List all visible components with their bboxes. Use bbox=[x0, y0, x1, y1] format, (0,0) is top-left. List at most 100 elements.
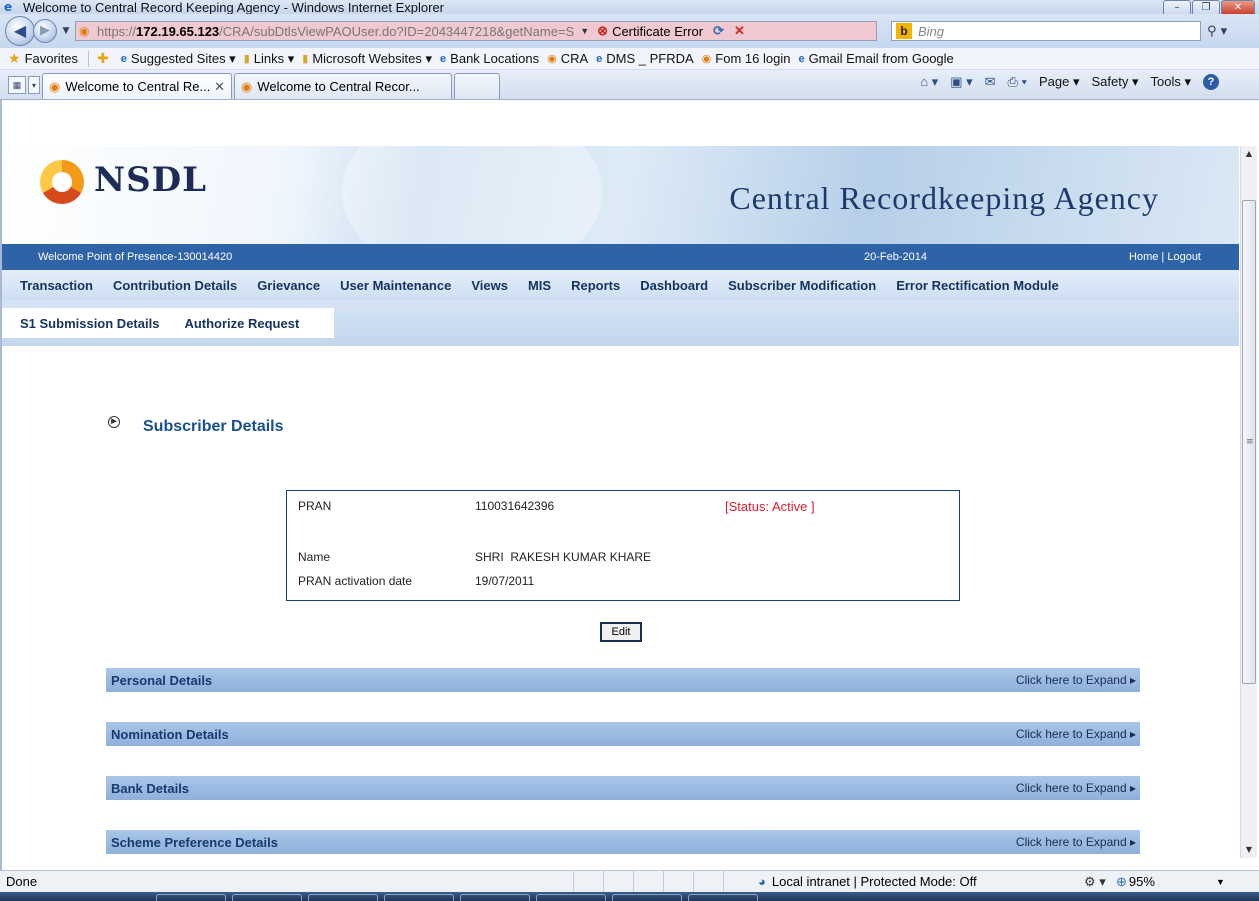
search-icon[interactable]: ⚲ ▾ bbox=[1207, 24, 1227, 39]
section-scheme-preference-details[interactable]: Scheme Preference Details Click here to … bbox=[106, 830, 1140, 854]
home-link[interactable]: Home bbox=[1129, 251, 1158, 263]
section-bank-details[interactable]: Bank Details Click here to Expand ▸ bbox=[106, 776, 1140, 800]
expand-link[interactable]: Click here to Expand ▸ bbox=[1016, 727, 1136, 741]
welcome-bar: Welcome Point of Presence-130014420 20-F… bbox=[2, 244, 1239, 270]
recent-pages-dropdown[interactable]: ▼ bbox=[59, 26, 73, 36]
taskbar-button[interactable] bbox=[232, 894, 302, 901]
security-zone[interactable]: ◕ Local intranet | Protected Mode: Off bbox=[758, 874, 977, 889]
address-bar[interactable]: ◉ https:// 172.19.65.123 /CRA/subDtlsVie… bbox=[75, 21, 877, 41]
vertical-scrollbar[interactable]: ▲ ≡ ▼ bbox=[1240, 146, 1257, 858]
menu-contribution-details[interactable]: Contribution Details bbox=[113, 278, 237, 293]
favorite-link[interactable]: e Gmail Email from Google bbox=[798, 51, 953, 66]
tab-label: Welcome to Central Recor... bbox=[257, 79, 420, 94]
taskbar-button[interactable] bbox=[460, 894, 530, 901]
taskbar-button[interactable] bbox=[688, 894, 758, 901]
taskbar-button[interactable] bbox=[612, 894, 682, 901]
feeds-icon[interactable]: ▣ ▾ bbox=[950, 74, 972, 90]
title-bar: e Welcome to Central Record Keeping Agen… bbox=[0, 0, 1259, 16]
zone-label: Local intranet | Protected Mode: Off bbox=[771, 874, 977, 889]
cra-icon: ◉ bbox=[547, 53, 557, 65]
help-icon[interactable]: ? bbox=[1203, 74, 1219, 90]
status-cells bbox=[573, 871, 753, 893]
favorite-link[interactable]: ▮ Microsoft Websites ▾ bbox=[302, 51, 432, 67]
expand-link[interactable]: Click here to Expand ▸ bbox=[1016, 673, 1136, 687]
taskbar-button[interactable] bbox=[384, 894, 454, 901]
certificate-error-button[interactable]: ⊗ Certificate Error bbox=[597, 23, 703, 39]
tools-menu[interactable]: Tools ▾ bbox=[1151, 74, 1192, 90]
menu-views[interactable]: Views bbox=[471, 278, 508, 293]
nsdl-logo-icon bbox=[40, 160, 84, 204]
section-nomination-details[interactable]: Nomination Details Click here to Expand … bbox=[106, 722, 1140, 746]
cra-icon: ◉ bbox=[241, 78, 253, 94]
taskbar-button[interactable] bbox=[536, 894, 606, 901]
scroll-down-icon[interactable]: ▼ bbox=[1241, 842, 1257, 858]
favorite-label: Fom 16 login bbox=[715, 51, 791, 66]
zoom-dropdown-icon[interactable]: ▼ bbox=[1216, 877, 1225, 887]
name-value: SHRI RAKESH KUMAR KHARE bbox=[475, 550, 652, 564]
favorite-link[interactable]: ◉ CRA bbox=[547, 51, 588, 66]
address-dropdown-icon[interactable]: ▼ bbox=[580, 26, 589, 36]
safety-menu[interactable]: Safety ▾ bbox=[1092, 74, 1139, 90]
add-to-favorites-bar-icon[interactable]: ✚ bbox=[97, 50, 113, 67]
edit-button[interactable]: Edit bbox=[600, 622, 642, 642]
menu-s1-submission-details[interactable]: S1 Submission Details bbox=[20, 316, 159, 331]
certificate-error-label: Certificate Error bbox=[612, 23, 704, 39]
taskbar-button[interactable] bbox=[156, 894, 226, 901]
favorite-link[interactable]: ▮ Links ▾ bbox=[244, 51, 295, 67]
status-bar: Done ◕ Local intranet | Protected Mode: … bbox=[0, 870, 1259, 893]
expand-link[interactable]: Click here to Expand ▸ bbox=[1016, 781, 1136, 795]
protected-mode-icon[interactable]: ⚙ ▾ bbox=[1084, 874, 1106, 890]
tab-list-icon[interactable]: ▾ bbox=[28, 76, 40, 94]
page-menu[interactable]: Page ▾ bbox=[1039, 74, 1080, 90]
agency-title: Central Recordkeeping Agency bbox=[729, 180, 1159, 216]
ie-icon: e bbox=[798, 52, 805, 65]
scroll-up-icon[interactable]: ▲ bbox=[1241, 146, 1257, 162]
favorites-button[interactable]: ★ Favorites bbox=[8, 50, 78, 67]
quick-tabs-icon[interactable]: ▦ bbox=[8, 76, 26, 94]
favorite-label: Gmail Email from Google bbox=[808, 51, 954, 66]
scroll-thumb[interactable]: ≡ bbox=[1242, 200, 1256, 684]
favorite-link[interactable]: ◉ Fom 16 login bbox=[702, 51, 791, 66]
current-date: 20-Feb-2014 bbox=[864, 251, 927, 263]
menu-mis[interactable]: MIS bbox=[528, 278, 551, 293]
tab-inactive[interactable]: ◉ Welcome to Central Recor... bbox=[234, 73, 452, 99]
print-icon[interactable]: ⎙ ▾ bbox=[1008, 74, 1027, 90]
stop-icon[interactable]: ✕ bbox=[734, 23, 745, 39]
favorite-label: CRA bbox=[560, 51, 589, 66]
expand-link[interactable]: Click here to Expand ▸ bbox=[1016, 835, 1136, 849]
search-box[interactable]: b Bing bbox=[891, 21, 1201, 41]
refresh-icon[interactable]: ⟳ bbox=[713, 23, 724, 39]
logout-link[interactable]: Logout bbox=[1167, 251, 1201, 263]
tab-active[interactable]: ◉ Welcome to Central Re... ✕ bbox=[42, 73, 232, 99]
menu-user-maintenance[interactable]: User Maintenance bbox=[340, 278, 451, 293]
forward-button[interactable]: ▶ bbox=[33, 19, 57, 43]
taskbar-button[interactable] bbox=[308, 894, 378, 901]
menu-authorize-request[interactable]: Authorize Request bbox=[184, 316, 299, 331]
favorite-label: Bank Locations bbox=[450, 51, 540, 66]
bullet-arrow-icon: ▶ bbox=[108, 416, 120, 428]
window-title: Welcome to Central Record Keeping Agency… bbox=[23, 0, 445, 15]
menu-grievance[interactable]: Grievance bbox=[257, 278, 320, 293]
new-tab-button[interactable] bbox=[454, 73, 500, 99]
menu-dashboard[interactable]: Dashboard bbox=[640, 278, 708, 293]
page-viewport: NSDL Central Recordkeeping Agency Welcom… bbox=[2, 146, 1239, 858]
favorite-link[interactable]: e Bank Locations bbox=[440, 51, 539, 66]
subscriber-details-heading: ▶ Subscriber Details bbox=[108, 416, 284, 436]
menu-transaction[interactable]: Transaction bbox=[20, 278, 93, 293]
link-separator: | bbox=[1161, 251, 1165, 263]
favorite-label: Microsoft Websites ▾ bbox=[312, 50, 433, 66]
favorite-label: Suggested Sites ▾ bbox=[130, 50, 236, 66]
section-title: Bank Details bbox=[111, 780, 190, 796]
menu-error-rectification[interactable]: Error Rectification Module bbox=[896, 278, 1059, 293]
favorite-link[interactable]: e DMS _ PFRDA bbox=[596, 51, 694, 66]
section-personal-details[interactable]: Personal Details Click here to Expand ▸ bbox=[106, 668, 1140, 692]
menu-subscriber-modification[interactable]: Subscriber Modification bbox=[728, 278, 876, 293]
close-tab-icon[interactable]: ✕ bbox=[214, 79, 225, 95]
home-icon[interactable]: ⌂ ▾ bbox=[920, 74, 938, 90]
zoom-control[interactable]: ⊕ 95% bbox=[1116, 874, 1155, 890]
ie-icon: e bbox=[120, 52, 127, 65]
mail-icon[interactable]: ✉ bbox=[985, 74, 996, 90]
back-button[interactable]: ◀ bbox=[5, 16, 35, 46]
favorite-link[interactable]: e Suggested Sites ▾ bbox=[121, 51, 236, 67]
menu-reports[interactable]: Reports bbox=[571, 278, 620, 293]
